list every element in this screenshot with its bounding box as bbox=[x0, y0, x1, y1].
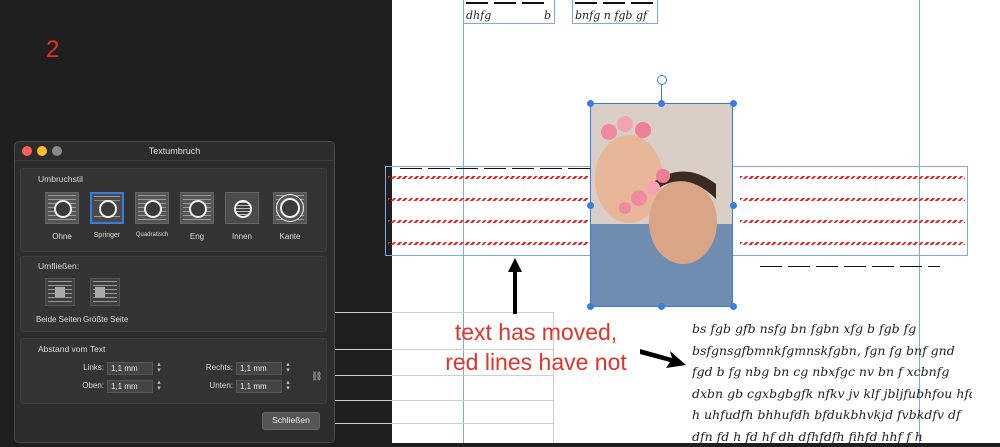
resize-handle[interactable] bbox=[730, 303, 737, 310]
links-stepper[interactable]: ▴▾ bbox=[155, 362, 163, 375]
body-text-line: h uhfudfh bhhufdh bfdukbhvkjd fvbkdfv df bbox=[692, 404, 972, 426]
body-text-line: fgd b fg nbg bn cg nbxfgc nv bn f xcbnfg bbox=[692, 361, 972, 383]
right-arrow-icon bbox=[640, 346, 686, 375]
spelling-underline bbox=[388, 220, 588, 223]
resize-handle[interactable] bbox=[658, 100, 665, 107]
spelling-underline bbox=[388, 242, 588, 245]
wrap-style-none-button[interactable] bbox=[45, 192, 79, 224]
wrap-style-label: Quadratisch bbox=[127, 232, 177, 238]
rechts-stepper[interactable]: ▴▾ bbox=[284, 362, 292, 375]
annotation-line-2: red lines have not bbox=[430, 347, 642, 377]
body-text-line: bsfgnsgfbmnkfgmnskfgbn, fgn fg bnf gnd bbox=[692, 340, 972, 362]
minimize-window-icon[interactable] bbox=[37, 146, 47, 156]
wrap-style-label: Kante bbox=[265, 232, 315, 241]
wrap-style-label: Springer bbox=[82, 232, 132, 239]
wrap-style-label: Ohne bbox=[37, 232, 87, 241]
resize-handle[interactable] bbox=[587, 100, 594, 107]
distance-group: Abstand vom Text Links: 1,1 mm ▴▾ Oben: … bbox=[20, 338, 327, 404]
flow-heading: Umfließen: bbox=[38, 261, 79, 271]
flow-group: Umfließen: Beide Seiten Größte Seite bbox=[20, 256, 327, 332]
table-grid-line bbox=[335, 423, 553, 424]
rechts-label: Rechts: bbox=[193, 363, 233, 372]
wrap-style-tight-button[interactable] bbox=[180, 192, 214, 224]
annotation-text: text has moved, red lines have not bbox=[430, 317, 642, 377]
text-line bbox=[575, 2, 655, 4]
spelling-underline bbox=[740, 198, 965, 201]
flow-both-sides-button[interactable] bbox=[45, 278, 75, 306]
square-icon bbox=[95, 287, 105, 297]
circle-icon bbox=[189, 200, 207, 218]
text-line bbox=[760, 266, 940, 267]
resize-handle[interactable] bbox=[658, 303, 665, 310]
unten-field[interactable]: 1,1 mm bbox=[236, 380, 282, 393]
spelling-underline bbox=[740, 176, 965, 179]
wrap-style-label: Innen bbox=[217, 232, 267, 241]
body-text-line: dxbn gb cgxbgbgfk nfkv jv klf jbljfubhfo… bbox=[692, 383, 972, 405]
selected-photo[interactable] bbox=[590, 103, 733, 307]
annotation-line-1: text has moved, bbox=[430, 317, 642, 347]
wrap-style-inside-button[interactable] bbox=[225, 192, 259, 224]
spelling-underline bbox=[740, 242, 965, 245]
circle-icon bbox=[54, 200, 72, 218]
wrap-style-edge-button[interactable] bbox=[273, 192, 307, 224]
unten-stepper[interactable]: ▴▾ bbox=[284, 380, 292, 393]
fragment-text: dhfg bbox=[466, 9, 491, 22]
dialog-title: Textumbruch bbox=[149, 146, 201, 156]
couple-photo-image bbox=[591, 104, 733, 307]
wrap-style-group: Umbruchstil Ohne Springer Quadratisch En… bbox=[20, 168, 327, 252]
unten-label: Unten: bbox=[193, 381, 233, 390]
wrap-style-heading: Umbruchstil bbox=[38, 174, 83, 184]
dialog-titlebar: Textumbruch bbox=[15, 142, 334, 161]
oben-stepper[interactable]: ▴▾ bbox=[155, 380, 163, 393]
circle-icon bbox=[280, 198, 300, 218]
rechts-field[interactable]: 1,1 mm bbox=[236, 362, 282, 375]
close-window-icon[interactable] bbox=[22, 146, 32, 156]
circle-icon bbox=[99, 200, 117, 218]
spelling-underline bbox=[740, 220, 965, 223]
flow-label: Größte Seite bbox=[83, 315, 128, 324]
spelling-underline bbox=[388, 176, 588, 179]
rotate-handle[interactable] bbox=[657, 75, 667, 85]
body-text-frame[interactable]: bs fgb gfb nsfg bn fgbn xfg b fgb fg bsf… bbox=[692, 318, 972, 447]
resize-handle[interactable] bbox=[587, 303, 594, 310]
text-frame-top-right[interactable]: bnfg n fgb gf bbox=[572, 0, 658, 24]
text-line bbox=[466, 2, 550, 4]
resize-handle[interactable] bbox=[730, 202, 737, 209]
oben-field[interactable]: 1,1 mm bbox=[107, 380, 153, 393]
text-frame-top-left[interactable]: dhfg b bbox=[463, 0, 555, 24]
step-number: 2 bbox=[46, 36, 59, 64]
wrap-style-label: Eng bbox=[172, 232, 222, 241]
links-field[interactable]: 1,1 mm bbox=[107, 362, 153, 375]
circle-icon bbox=[234, 200, 252, 218]
text-wrap-dialog: Textumbruch Umbruchstil Ohne Springer Qu… bbox=[14, 141, 335, 443]
link-chain-icon[interactable]: ⛓ bbox=[311, 371, 322, 382]
distance-heading: Abstand vom Text bbox=[38, 344, 105, 354]
spelling-underline bbox=[388, 198, 588, 201]
square-icon bbox=[55, 287, 65, 297]
fragment-text: bnfg n fgb gf bbox=[575, 9, 647, 22]
table-grid-line bbox=[335, 400, 553, 401]
resize-handle[interactable] bbox=[587, 202, 594, 209]
zoom-window-icon[interactable] bbox=[52, 146, 62, 156]
circle-icon bbox=[144, 200, 162, 218]
resize-handle[interactable] bbox=[730, 100, 737, 107]
up-arrow-icon bbox=[508, 258, 522, 319]
close-button[interactable]: Schließen bbox=[262, 412, 320, 430]
body-text-line: bs fgb gfb nsfg bn fgbn xfg b fgb fg bbox=[692, 318, 972, 340]
fragment-text: b bbox=[544, 9, 551, 22]
links-label: Links: bbox=[64, 363, 104, 372]
body-text-line: dfn fd h fd hf dh dfhfdfh fihfd hhf f h bbox=[692, 426, 972, 447]
flow-label: Beide Seiten bbox=[36, 315, 81, 324]
wrap-style-jump-button[interactable] bbox=[90, 192, 124, 224]
wrap-style-square-button[interactable] bbox=[135, 192, 169, 224]
flow-largest-side-button[interactable] bbox=[90, 278, 120, 306]
oben-label: Oben: bbox=[64, 381, 104, 390]
text-line bbox=[400, 168, 590, 169]
